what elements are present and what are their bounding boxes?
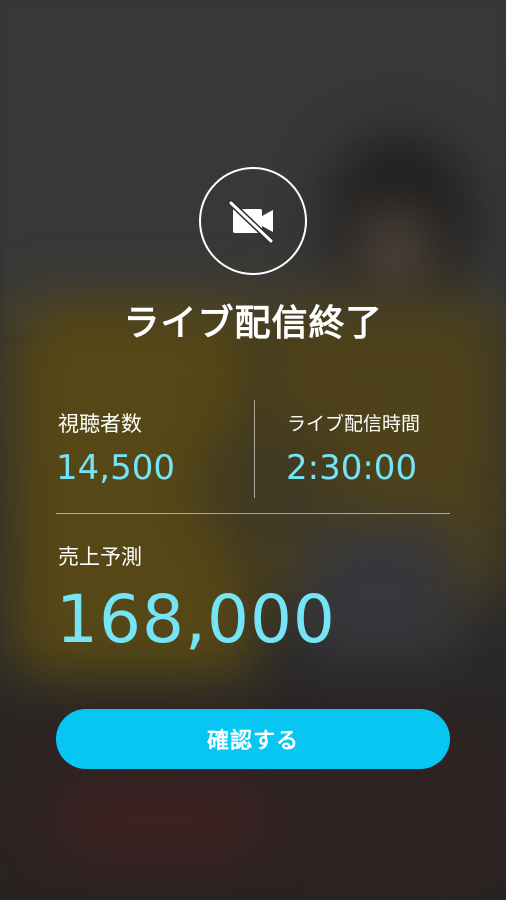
video-off-icon xyxy=(199,167,307,275)
live-ended-panel: ライブ配信終了 視聴者数 14,500 ライブ配信時間 2:30:00 売上予測… xyxy=(0,0,506,900)
duration-label: ライブ配信時間 xyxy=(287,413,421,435)
viewers-value: 14,500 xyxy=(56,448,175,488)
sales-forecast-label: 売上予測 xyxy=(58,545,142,569)
stats-vertical-divider xyxy=(254,400,255,498)
stats-horizontal-divider xyxy=(56,513,450,514)
confirm-button[interactable]: 確認する xyxy=(56,709,450,769)
page-title: ライブ配信終了 xyxy=(123,303,383,344)
viewers-label: 視聴者数 xyxy=(58,412,142,436)
sales-forecast-value: 168,000 xyxy=(56,581,336,658)
duration-value: 2:30:00 xyxy=(286,448,418,488)
